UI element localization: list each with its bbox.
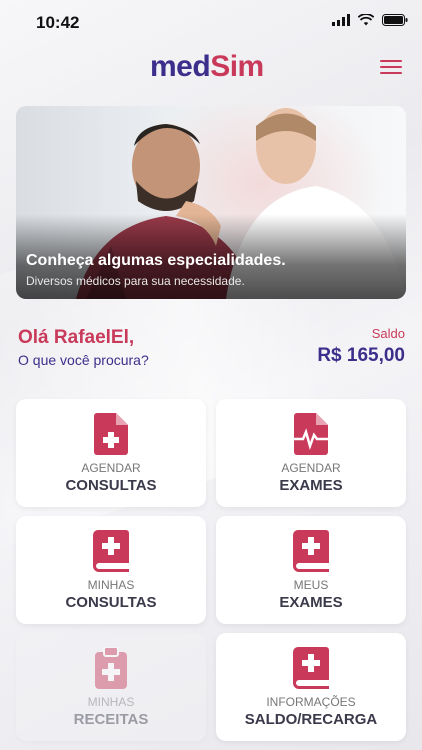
wifi-icon: [358, 14, 374, 26]
banner-title: Conheça algumas especialidades.: [26, 252, 286, 269]
card-label-top: MINHAS: [87, 578, 135, 592]
my-exams-card[interactable]: MEUS EXAMES: [216, 516, 406, 624]
card-label-top: AGENDAR: [81, 461, 141, 475]
my-consultations-card[interactable]: MINHAS CONSULTAS: [16, 516, 206, 624]
card-label-main: CONSULTAS: [65, 594, 157, 611]
card-label-main: EXAMES: [279, 594, 343, 611]
logo-part1: med: [150, 50, 211, 83]
balance-label: Saldo: [371, 326, 405, 341]
status-time: 10:42: [36, 13, 80, 32]
medical-book-icon: [93, 530, 129, 572]
card-label-top: MEUS: [293, 578, 329, 592]
file-pulse-icon: [293, 413, 329, 455]
schedule-consultations-card[interactable]: AGENDAR CONSULTAS: [16, 399, 206, 507]
clipboard-medical-icon: [95, 647, 127, 689]
greeting-subtitle: O que você procura?: [18, 352, 149, 368]
logo-part2: Sim: [210, 50, 264, 83]
medical-book-icon: [293, 530, 329, 572]
card-label-main: SALDO/RECARGA: [244, 711, 378, 728]
card-label-main: CONSULTAS: [65, 477, 157, 494]
status-icons: [332, 14, 408, 26]
medical-book-icon: [293, 647, 329, 689]
hamburger-menu-icon[interactable]: [380, 60, 402, 76]
banner-subtitle: Diversos médicos para sua necessidade.: [26, 274, 245, 288]
app-logo: medSim: [150, 50, 264, 84]
greeting-title: Olá RafaelEl,: [18, 327, 135, 348]
balance-recharge-card[interactable]: INFORMAÇÕES SALDO/RECARGA: [216, 633, 406, 741]
app-header: medSim: [0, 44, 422, 96]
card-label-top: MINHAS: [87, 695, 135, 709]
card-label-top: INFORMAÇÕES: [266, 695, 356, 709]
status-bar: 10:42: [0, 0, 422, 44]
card-label-main: RECEITAS: [73, 711, 149, 728]
schedule-exams-card[interactable]: AGENDAR EXAMES: [216, 399, 406, 507]
battery-icon: [382, 14, 408, 26]
file-medical-icon: [94, 413, 128, 455]
specialties-banner[interactable]: Conheça algumas especialidades. Diversos…: [16, 106, 406, 299]
my-prescriptions-card[interactable]: MINHAS RECEITAS: [16, 633, 206, 741]
signal-icon: [332, 14, 350, 26]
balance-value: R$ 165,00: [317, 345, 405, 366]
card-label-main: EXAMES: [279, 477, 343, 494]
card-label-top: AGENDAR: [281, 461, 341, 475]
